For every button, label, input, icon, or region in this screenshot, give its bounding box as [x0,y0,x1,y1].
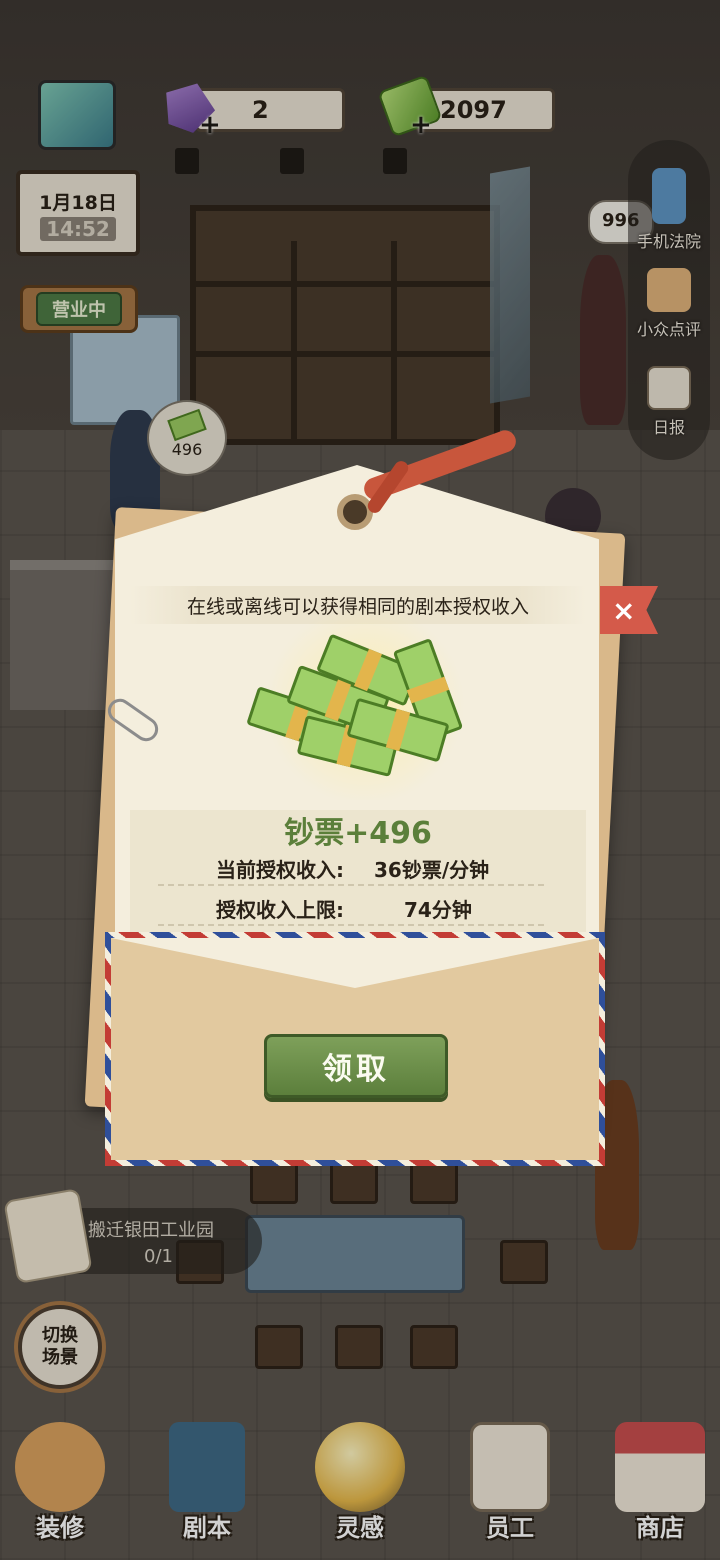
cash-pile-icon [240,630,480,780]
reward-amount: 钞票+496 [284,816,432,851]
info-key: 授权收入上限: [216,898,344,922]
claim-button-label: 领取 [322,1052,390,1087]
info-value: 36钞票/分钟 [374,858,490,882]
info-row-current-income: 当前授权收入: 36钞票/分钟 [158,850,544,886]
claim-button[interactable]: 领取 [264,1034,448,1098]
close-icon: × [612,593,636,627]
info-value: 74分钟 [404,898,472,922]
info-key: 当前授权收入: [216,858,344,882]
tag-hole [337,494,373,530]
info-row-income-cap: 授权收入上限: 74分钟 [158,890,544,926]
